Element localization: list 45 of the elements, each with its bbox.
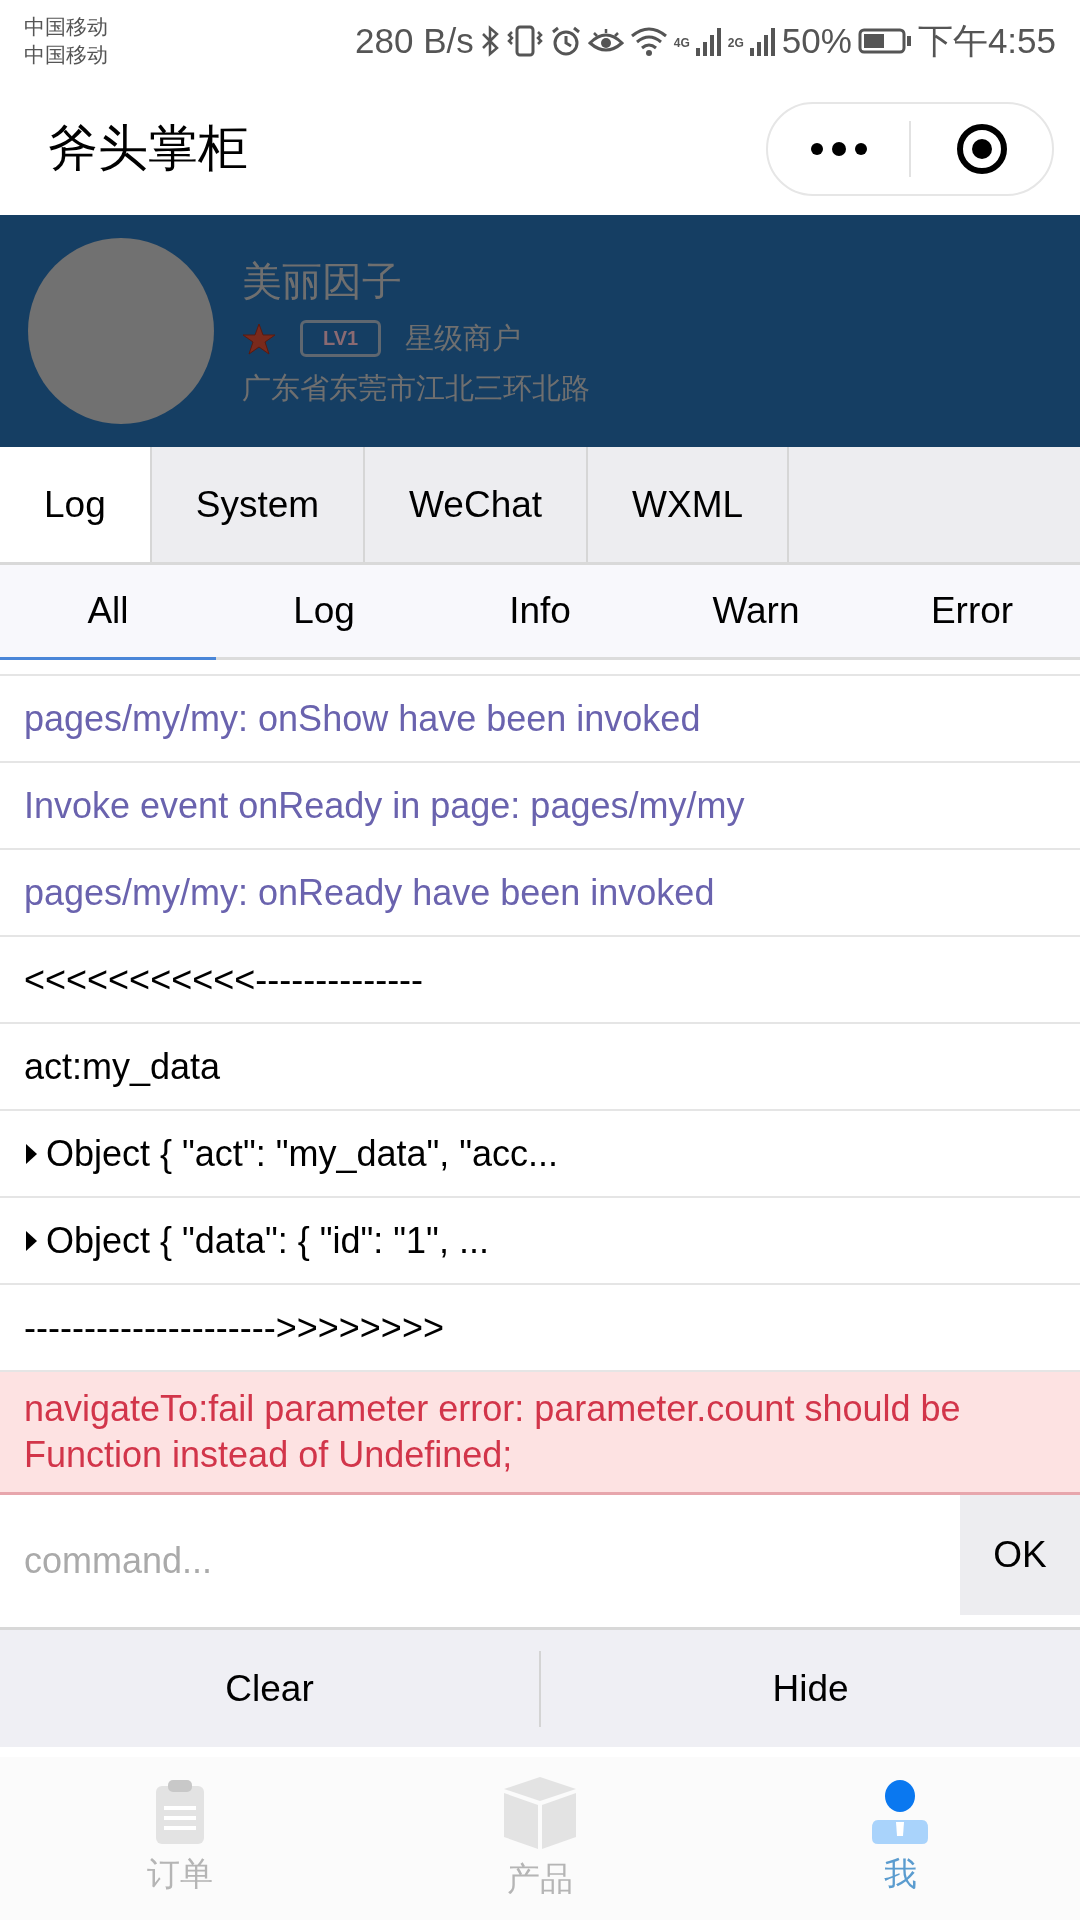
battery-percent: 50%	[781, 21, 852, 61]
carrier-name: 中国移动	[24, 14, 108, 40]
filter-tab[interactable]: Warn	[648, 565, 864, 660]
clock-time: 下午4:55	[917, 19, 1056, 62]
star-icon	[242, 322, 276, 355]
network-type: 4G	[673, 35, 690, 50]
log-message: Object { "data": { "id": "1", ...	[46, 1218, 489, 1263]
filter-tab[interactable]: Info	[432, 565, 648, 660]
user-name: 美丽因子	[242, 257, 403, 305]
log-message: Object { "act": "my_data", "acc...	[46, 1131, 559, 1176]
console-action-button[interactable]: Hide	[541, 1630, 1080, 1747]
person-icon	[872, 1780, 928, 1846]
log-message: pages/my/my: onReady have been invoked	[24, 870, 715, 915]
bluetooth-icon	[479, 25, 500, 57]
clipboard-icon	[154, 1780, 206, 1846]
console-action-button[interactable]: Clear	[0, 1630, 539, 1747]
battery-icon	[857, 27, 912, 55]
carrier-name: 中国移动	[24, 42, 108, 68]
signal-icon	[749, 26, 776, 56]
signal-icon	[695, 26, 722, 56]
expand-arrow-icon[interactable]	[24, 1141, 38, 1166]
network-type: 2G	[727, 35, 744, 50]
log-message: --------------------->>>>>>>>	[24, 1305, 444, 1350]
filter-tab[interactable]: Error	[864, 565, 1080, 660]
log-message: pages/my/my: onShow have been invoked	[24, 696, 701, 741]
log-message: Invoke event onReady in page: pages/my/my	[24, 783, 745, 828]
app-title: 斧头掌柜	[48, 119, 248, 178]
merchant-rank: 星级商户	[405, 320, 522, 356]
level-badge: LV1	[300, 320, 382, 357]
network-speed: 280 B/s	[355, 21, 474, 61]
box-icon	[502, 1775, 578, 1851]
wifi-icon	[629, 26, 668, 56]
console-tab[interactable]: Log	[0, 447, 152, 562]
alarm-icon	[549, 25, 582, 57]
log-message: act:my_data	[24, 1044, 221, 1089]
ok-button[interactable]: OK	[960, 1495, 1080, 1615]
more-icon	[808, 141, 869, 156]
log-message: <<<<<<<<<<<--------------	[24, 957, 424, 1002]
expand-arrow-icon[interactable]	[24, 1228, 38, 1253]
error-message: navigateTo:fail parameter error: parameter.count should be Function instead of Undefined;	[24, 1387, 962, 1477]
filter-tab[interactable]: All	[0, 565, 216, 660]
target-icon	[954, 121, 1009, 176]
vibrate-icon	[505, 24, 544, 58]
address-text: 广东省东莞市江北三环北路	[242, 370, 590, 406]
filter-tab[interactable]: Log	[216, 565, 432, 660]
